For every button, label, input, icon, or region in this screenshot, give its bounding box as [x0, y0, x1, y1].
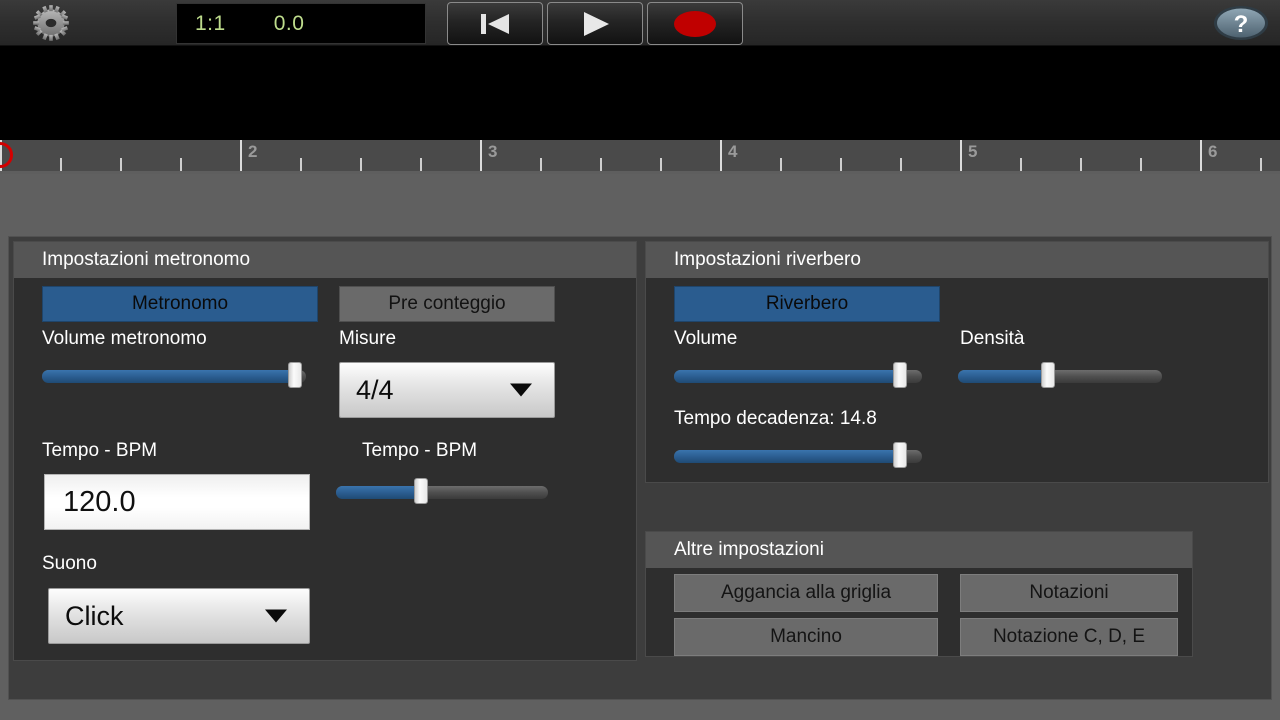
beat-tick [540, 158, 542, 171]
density-slider[interactable] [958, 362, 1162, 388]
bar-number: 3 [488, 142, 498, 161]
help-icon: ? [1214, 6, 1268, 40]
reverb-panel-title: Impostazioni riverbero [646, 242, 1268, 278]
transport-display[interactable]: 1:1 0.0 [176, 3, 426, 44]
beat-tick [1260, 158, 1262, 171]
left-handed-button[interactable]: Mancino [674, 618, 938, 656]
slider-fill [674, 450, 900, 463]
record-icon [674, 10, 716, 37]
app-window: 1:1 0.0 ? 2 3 4 5 6 Impostazioni metrono… [0, 0, 1280, 720]
bar-line [240, 140, 242, 171]
tempo-bpm-field[interactable]: 120.0 [44, 474, 310, 530]
gear-icon [33, 5, 69, 41]
beat-tick [780, 158, 782, 171]
display-position: 1:1 [195, 11, 226, 35]
metronome-panel-body: Metronomo Pre conteggio Volume metronomo… [14, 278, 636, 662]
sound-spinner[interactable]: Click [48, 588, 310, 644]
bar-line [480, 140, 482, 171]
beat-tick [1020, 158, 1022, 171]
snap-to-grid-button[interactable]: Aggancia alla griglia [674, 574, 938, 612]
slider-fill [336, 486, 421, 499]
display-time: 0.0 [273, 11, 305, 35]
playhead-marker[interactable] [0, 142, 13, 168]
reverb-toggle[interactable]: Riverbero [674, 286, 940, 322]
tempo-bpm-label: Tempo - BPM [42, 440, 158, 461]
beat-tick [1080, 158, 1082, 171]
chevron-down-icon [265, 609, 287, 623]
slider-thumb[interactable] [892, 442, 907, 468]
bar-line [960, 140, 962, 171]
other-settings-panel: Altre impostazioni Aggancia alla griglia… [645, 531, 1193, 657]
reverb-panel: Impostazioni riverbero Riverbero Volume … [645, 241, 1269, 483]
slider-fill [958, 370, 1048, 383]
settings-gear-button[interactable] [18, 2, 84, 44]
slider-thumb[interactable] [1040, 362, 1055, 388]
bar-number: 4 [728, 142, 738, 161]
svg-text:?: ? [1234, 11, 1249, 38]
metronome-panel: Impostazioni metronomo Metronomo Pre con… [13, 241, 637, 661]
settings-dialog: Impostazioni metronomo Metronomo Pre con… [8, 236, 1272, 700]
beat-tick [660, 158, 662, 171]
metronome-volume-slider[interactable] [42, 362, 306, 388]
play-icon [584, 11, 609, 36]
timeline-ruler[interactable]: 2 3 4 5 6 [0, 140, 1280, 174]
bar-line [1200, 140, 1202, 171]
bar-number: 2 [248, 142, 258, 161]
slider-fill [42, 370, 296, 383]
measures-value: 4/4 [356, 374, 394, 405]
sound-value: Click [65, 600, 124, 631]
bar-line [720, 140, 722, 171]
chevron-down-icon [510, 383, 532, 397]
reverb-volume-label: Volume [674, 328, 738, 349]
beat-tick [840, 158, 842, 171]
help-button[interactable]: ? [1210, 3, 1272, 43]
slider-fill [674, 370, 900, 383]
beat-tick [420, 158, 422, 171]
tempo-bpm-value: 120.0 [63, 485, 136, 518]
rewind-button[interactable] [447, 2, 543, 45]
beat-tick [180, 158, 182, 171]
metronome-volume-label: Volume metronomo [42, 328, 207, 349]
notation-cde-button[interactable]: Notazione C, D, E [960, 618, 1178, 656]
measures-spinner[interactable]: 4/4 [339, 362, 555, 418]
other-settings-title: Altre impostazioni [646, 532, 1192, 568]
tempo-slider-label: Tempo - BPM [362, 440, 478, 461]
record-button[interactable] [647, 2, 743, 45]
beat-tick [600, 158, 602, 171]
bar-number: 6 [1208, 142, 1218, 161]
decay-slider[interactable] [674, 442, 922, 468]
notations-button[interactable]: Notazioni [960, 574, 1178, 612]
beat-tick [1140, 158, 1142, 171]
decay-label: Tempo decadenza: 14.8 [674, 408, 877, 429]
top-toolbar: 1:1 0.0 ? [0, 0, 1280, 46]
sound-label: Suono [42, 553, 97, 574]
density-label: Densità [960, 328, 1025, 349]
precount-toggle[interactable]: Pre conteggio [339, 286, 555, 322]
beat-tick [60, 158, 62, 171]
reverb-volume-slider[interactable] [674, 362, 922, 388]
slider-thumb[interactable] [413, 478, 428, 504]
reverb-panel-body: Riverbero Volume Densità Tempo decadenza… [646, 278, 1268, 484]
measures-label: Misure [339, 328, 397, 349]
tempo-bpm-slider[interactable] [336, 478, 548, 504]
beat-tick [360, 158, 362, 171]
play-button[interactable] [547, 2, 643, 45]
beat-tick [300, 158, 302, 171]
slider-thumb[interactable] [288, 362, 303, 388]
metronome-panel-title: Impostazioni metronomo [14, 242, 636, 278]
bar-number: 5 [968, 142, 978, 161]
metronome-toggle[interactable]: Metronomo [42, 286, 318, 322]
track-area[interactable] [0, 46, 1280, 140]
beat-tick [900, 158, 902, 171]
other-settings-body: Aggancia alla griglia Notazioni Mancino … [646, 568, 1192, 658]
slider-thumb[interactable] [892, 362, 907, 388]
skip-to-start-icon [481, 13, 509, 34]
beat-tick [120, 158, 122, 171]
